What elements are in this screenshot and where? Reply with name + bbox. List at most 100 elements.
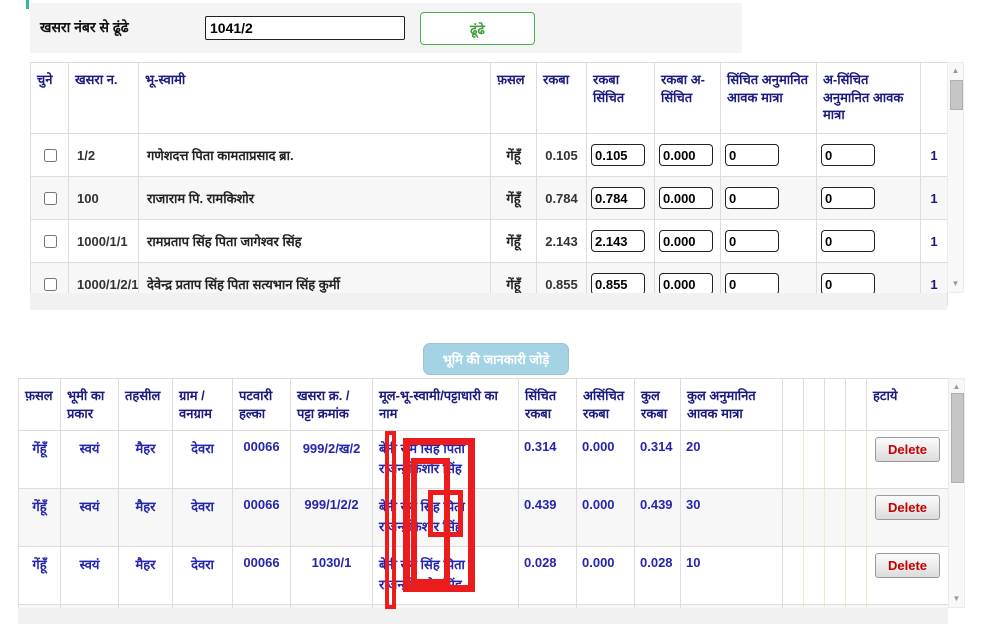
table-row: गेंहूँ स्वयं मैहर देवरा 00066 999/1/2/2 … [19, 489, 949, 547]
delete-button[interactable]: Delete [875, 553, 940, 578]
delete-button[interactable]: Delete [875, 437, 940, 462]
halka-cell: 00066 [233, 431, 291, 489]
crop-cell: गेंहूँ [491, 134, 537, 177]
khasra-cell: 999/2/ख/2 [291, 431, 373, 489]
select-row-checkbox[interactable] [44, 149, 57, 162]
unirr-income-input[interactable] [821, 144, 875, 166]
col-header-halka: पटवारी हल्का [233, 379, 291, 431]
delete-button[interactable]: Delete [875, 495, 940, 520]
irr-income-input[interactable] [725, 273, 779, 295]
scroll-up-icon[interactable] [949, 383, 964, 391]
unirrigated-area-cell: 0.000 [577, 431, 635, 489]
unirr-income-input[interactable] [821, 230, 875, 252]
tehsil-cell: मैहर [119, 547, 173, 605]
area-cell: 0.784 [537, 177, 587, 220]
top-table-horizontal-scrollbar[interactable] [30, 293, 947, 310]
village-cell: देवरा [173, 547, 233, 605]
crop-cell: गेंहूँ [19, 431, 61, 489]
total-area-cell: 0.028 [635, 547, 681, 605]
irrigated-input[interactable] [591, 230, 645, 252]
col-header-blank [804, 379, 825, 431]
khasra-search-input[interactable] [205, 16, 405, 40]
scroll-up-icon[interactable] [948, 67, 963, 75]
col-header-irrigated-area: सिंचित रकबा [519, 379, 577, 431]
area-cell: 0.105 [537, 134, 587, 177]
count-cell: 1 [921, 177, 948, 220]
table-row: गेंहूँ स्वयं मैहर देवरा 00066 1030/1 बेन… [19, 547, 949, 605]
blank-cell [825, 547, 846, 605]
unirrigated-area-cell: 0.000 [577, 547, 635, 605]
unirr-income-input[interactable] [821, 273, 875, 295]
total-area-cell: 0.314 [635, 431, 681, 489]
col-header-irr-income: सिंचित अनुमानित आवक मात्रा [721, 63, 817, 134]
scroll-thumb[interactable] [950, 80, 963, 110]
blank-cell [825, 489, 846, 547]
scroll-down-icon[interactable] [948, 280, 963, 288]
unirrigated-input[interactable] [659, 187, 713, 209]
unirrigated-input[interactable] [659, 230, 713, 252]
halka-cell: 00066 [233, 489, 291, 547]
table-row: 1000/1/1 रामप्रताप सिंह पिता जागेश्वर सि… [31, 220, 948, 263]
blank-cell [783, 547, 804, 605]
irrigated-input[interactable] [591, 187, 645, 209]
top-table-vertical-scrollbar[interactable] [947, 62, 964, 293]
total-income-cell: 10 [681, 547, 783, 605]
header-row: चुने खसरा न. भू-स्वामी फ़सल रकबा रकबा सि… [31, 63, 948, 134]
khasra-search-label: खसरा नंबर से ढूंढे [40, 18, 129, 37]
blank-cell [846, 547, 867, 605]
land-type-cell: स्वयं [61, 547, 119, 605]
blank-cell [825, 431, 846, 489]
scroll-thumb[interactable] [951, 393, 964, 483]
add-land-info-button[interactable]: भूमि की जानकारी जोड़े [423, 343, 569, 375]
col-header-blank [846, 379, 867, 431]
blank-cell [783, 489, 804, 547]
village-cell: देवरा [173, 489, 233, 547]
table-row: गेंहूँ स्वयं मैहर देवरा 00066 999/2/ख/2 … [19, 431, 949, 489]
col-header-blank [825, 379, 846, 431]
blank-cell [804, 547, 825, 605]
col-header-owner-name: मूल-भू-स्वामी/पट्टाधारी का नाम [373, 379, 519, 431]
col-header-crop: फ़सल [491, 63, 537, 134]
khasra-cell: 999/1/2/2 [291, 489, 373, 547]
irrigated-area-cell: 0.314 [519, 431, 577, 489]
total-income-cell: 30 [681, 489, 783, 547]
irr-income-input[interactable] [725, 187, 779, 209]
count-cell: 1 [921, 220, 948, 263]
unirrigated-input[interactable] [659, 144, 713, 166]
irrigated-input[interactable] [591, 144, 645, 166]
select-row-checkbox[interactable] [44, 235, 57, 248]
unirrigated-input[interactable] [659, 273, 713, 295]
col-header-khasra: खसरा न. [69, 63, 139, 134]
col-header-total-income: कुल अनुमानित आवक मात्रा [681, 379, 783, 431]
owner-cell: गणेशदत्त पिता कामताप्रसाद ब्रा. [139, 134, 491, 177]
header-row: फ़सल भूमी का प्रकार तहसील ग्राम / वनग्रा… [19, 379, 949, 431]
irr-income-input[interactable] [725, 230, 779, 252]
select-row-checkbox[interactable] [44, 192, 57, 205]
khasra-cell: 100 [69, 177, 139, 220]
khasra-results-table: चुने खसरा न. भू-स्वामी फ़सल रकबा रकबा सि… [30, 62, 948, 306]
bottom-table-vertical-scrollbar[interactable] [948, 378, 965, 608]
khasra-cell: 1030/1 [291, 547, 373, 605]
bottom-table-horizontal-scrollbar[interactable] [18, 608, 948, 624]
col-header-delete: हटाये [867, 379, 949, 431]
col-header-village: ग्राम / वनग्राम [173, 379, 233, 431]
total-area-cell: 0.439 [635, 489, 681, 547]
select-row-checkbox[interactable] [44, 278, 57, 291]
table-row: 1/2 गणेशदत्त पिता कामताप्रसाद ब्रा. गेंह… [31, 134, 948, 177]
irrigated-input[interactable] [591, 273, 645, 295]
halka-cell: 00066 [233, 547, 291, 605]
khasra-cell: 1/2 [69, 134, 139, 177]
added-land-table-container: फ़सल भूमी का प्रकार तहसील ग्राम / वनग्रा… [18, 378, 948, 608]
irr-income-input[interactable] [725, 144, 779, 166]
col-header-tehsil: तहसील [119, 379, 173, 431]
col-header-blank [921, 63, 948, 134]
col-header-total-area: कुल रकबा [635, 379, 681, 431]
unirr-income-input[interactable] [821, 187, 875, 209]
crop-cell: गेंहूँ [491, 177, 537, 220]
search-button[interactable]: ढूंढे [420, 12, 535, 45]
blank-cell [783, 431, 804, 489]
blank-cell [804, 431, 825, 489]
page: खसरा नंबर से ढूंढे ढूंढे चुने खसरा न. भू… [0, 0, 983, 624]
scroll-down-icon[interactable] [949, 595, 964, 603]
tehsil-cell: मैहर [119, 431, 173, 489]
